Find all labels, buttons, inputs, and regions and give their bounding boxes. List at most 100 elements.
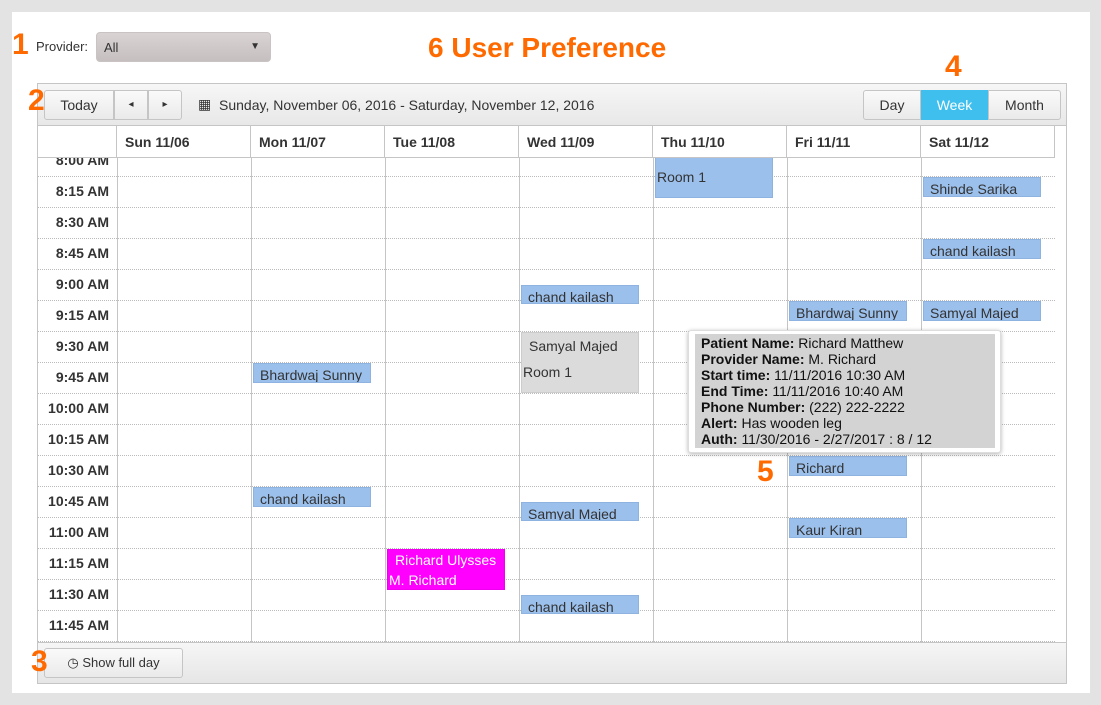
column-divider bbox=[385, 158, 386, 642]
event-text: Shinde Sarika bbox=[930, 181, 1018, 197]
day-header[interactable]: Sun 11/06 bbox=[117, 126, 251, 158]
time-label: 9:00 AM bbox=[55, 276, 109, 292]
appointment-event[interactable]: chand kailash bbox=[253, 487, 371, 507]
annotation-1: 1 bbox=[12, 28, 29, 61]
tooltip-key: Start time: bbox=[701, 367, 771, 383]
tooltip-row: Auth: 11/30/2016 - 2/27/2017 : 8 / 12 bbox=[701, 431, 989, 447]
calendar-icon: ▦ bbox=[198, 96, 212, 112]
day-header[interactable]: Tue 11/08 bbox=[385, 126, 519, 158]
time-slot-row[interactable]: 8:45 AM bbox=[38, 239, 1055, 270]
tooltip-value: M. Richard bbox=[808, 351, 877, 367]
tooltip-value: 11/30/2016 - 2/27/2017 : 8 / 12 bbox=[741, 431, 932, 447]
tooltip-row: Alert: Has wooden leg bbox=[701, 415, 989, 431]
appointment-event[interactable]: Shinde Sarika bbox=[923, 177, 1041, 197]
tooltip-value: 11/11/2016 10:40 AM bbox=[772, 383, 904, 399]
event-text: chand kailash bbox=[528, 289, 614, 304]
annotation-2: 2 bbox=[28, 84, 45, 117]
today-button[interactable]: Today bbox=[44, 90, 114, 120]
tooltip-row: Provider Name: M. Richard bbox=[701, 351, 989, 367]
tooltip-row: Patient Name: Richard Matthew bbox=[701, 335, 989, 351]
time-slot-row[interactable]: 8:30 AM bbox=[38, 208, 1055, 239]
appointment-tooltip: Patient Name: Richard Matthew Provider Na… bbox=[688, 330, 1001, 453]
view-month-button[interactable]: Month bbox=[988, 90, 1061, 120]
prev-button[interactable]: ◂ bbox=[114, 90, 148, 120]
tooltip-value: (222) 222-2222 bbox=[809, 399, 905, 415]
tooltip-key: Patient Name: bbox=[701, 335, 795, 351]
event-text: Kaur Kiran bbox=[796, 522, 863, 538]
tooltip-row: End Time: 11/11/2016 10:40 AM bbox=[701, 383, 989, 399]
appointment-event[interactable]: chand kailash bbox=[521, 595, 639, 614]
time-label: 8:15 AM bbox=[55, 183, 109, 199]
tooltip-key: End Time: bbox=[701, 383, 769, 399]
tooltip-value: Richard Matthew bbox=[798, 335, 904, 351]
appointment-event[interactable]: chand kailash bbox=[923, 239, 1041, 259]
day-header[interactable]: Mon 11/07 bbox=[251, 126, 385, 158]
tooltip-key: Auth: bbox=[701, 431, 738, 447]
annotation-5: 5 bbox=[757, 455, 774, 488]
appointment-event[interactable]: Kaur KiranRoom 1M. Richard bbox=[655, 158, 773, 198]
event-text: Bhardwaj Sunny bbox=[260, 367, 362, 383]
time-label: 8:30 AM bbox=[55, 214, 109, 230]
time-slot-row[interactable]: 8:00 AM bbox=[38, 158, 1055, 177]
time-label: 11:30 AM bbox=[48, 586, 109, 602]
tooltip-key: Alert: bbox=[701, 415, 738, 431]
time-slot-row[interactable]: 11:45 AM bbox=[38, 611, 1055, 642]
time-label: 10:15 AM bbox=[48, 431, 109, 447]
provider-select[interactable]: All ▼ bbox=[96, 32, 271, 62]
time-label: 8:45 AM bbox=[55, 245, 109, 261]
toolbar: Today ◂ ▸ ▦ Sunday, November 06, 2016 - … bbox=[38, 84, 1066, 126]
event-text: M. Richard bbox=[523, 385, 637, 392]
title-number: 6 bbox=[428, 32, 444, 63]
day-header[interactable]: Fri 11/11 bbox=[787, 126, 921, 158]
footer: ◷ Show full day bbox=[38, 642, 1066, 683]
column-divider bbox=[251, 158, 252, 642]
view-week-button[interactable]: Week bbox=[921, 90, 988, 120]
column-divider bbox=[653, 158, 654, 642]
time-label: 11:15 AM bbox=[48, 555, 109, 571]
day-header[interactable]: Thu 11/10 bbox=[653, 126, 787, 158]
time-label: 9:45 AM bbox=[55, 369, 109, 385]
appointment-event[interactable]: Kaur Kiran bbox=[789, 518, 907, 538]
appointment-event[interactable]: chand kailash bbox=[521, 285, 639, 304]
time-header bbox=[38, 126, 117, 158]
appointment-event[interactable]: Samyal Majed bbox=[923, 301, 1041, 321]
event-text: M. Richard bbox=[657, 190, 771, 197]
appointment-event[interactable]: Bhardwaj Sunny bbox=[253, 363, 371, 383]
appointment-event[interactable]: Richard Matthew bbox=[789, 456, 907, 476]
tooltip-value: Has wooden leg bbox=[741, 415, 842, 431]
event-text: chand kailash bbox=[930, 243, 1016, 259]
time-label: 9:15 AM bbox=[55, 307, 109, 323]
day-header[interactable]: Wed 11/09 bbox=[519, 126, 653, 158]
appointment-event[interactable]: Samyal Majed bbox=[521, 502, 639, 521]
date-range[interactable]: Sunday, November 06, 2016 - Saturday, No… bbox=[219, 97, 594, 113]
event-text: chand kailash bbox=[260, 491, 346, 507]
time-slot-row[interactable]: 11:15 AM bbox=[38, 549, 1055, 580]
show-full-day-button[interactable]: ◷ Show full day bbox=[44, 648, 183, 678]
appointment-event[interactable]: Samyal Majed Room 1 M. Richard bbox=[521, 332, 639, 393]
next-button[interactable]: ▸ bbox=[148, 90, 182, 120]
time-label: 10:45 AM bbox=[48, 493, 109, 509]
event-text: Richard Ulysses bbox=[395, 552, 497, 568]
tooltip-row: Phone Number: (222) 222-2222 bbox=[701, 399, 989, 415]
view-day-button[interactable]: Day bbox=[863, 90, 921, 120]
appointment-event[interactable]: Richard Ulysses M. Richard bbox=[387, 549, 505, 590]
tooltip-key: Provider Name: bbox=[701, 351, 805, 367]
provider-value: All bbox=[104, 40, 119, 55]
event-text: Bhardwaj Sunny bbox=[796, 305, 898, 321]
time-slot-row[interactable]: 8:15 AM bbox=[38, 177, 1055, 208]
time-label: 9:30 AM bbox=[55, 338, 109, 354]
event-text: M. Richard bbox=[389, 572, 457, 588]
appointment-event[interactable]: Bhardwaj Sunny bbox=[789, 301, 907, 321]
column-divider bbox=[117, 158, 118, 642]
time-label: 8:00 AM bbox=[55, 158, 109, 168]
annotation-4: 4 bbox=[945, 50, 962, 83]
time-label: 11:00 AM bbox=[48, 524, 109, 540]
event-text: chand kailash bbox=[528, 599, 614, 614]
page-title: 6 User Preference bbox=[428, 32, 666, 64]
tooltip-value: 11/11/2016 10:30 AM bbox=[774, 367, 906, 383]
clock-icon: ◷ bbox=[67, 655, 79, 670]
day-header[interactable]: Sat 11/12 bbox=[921, 126, 1055, 158]
provider-label: Provider: bbox=[36, 39, 89, 54]
event-text: Samyal Majed bbox=[930, 305, 1019, 321]
show-full-day-label: Show full day bbox=[82, 655, 160, 670]
